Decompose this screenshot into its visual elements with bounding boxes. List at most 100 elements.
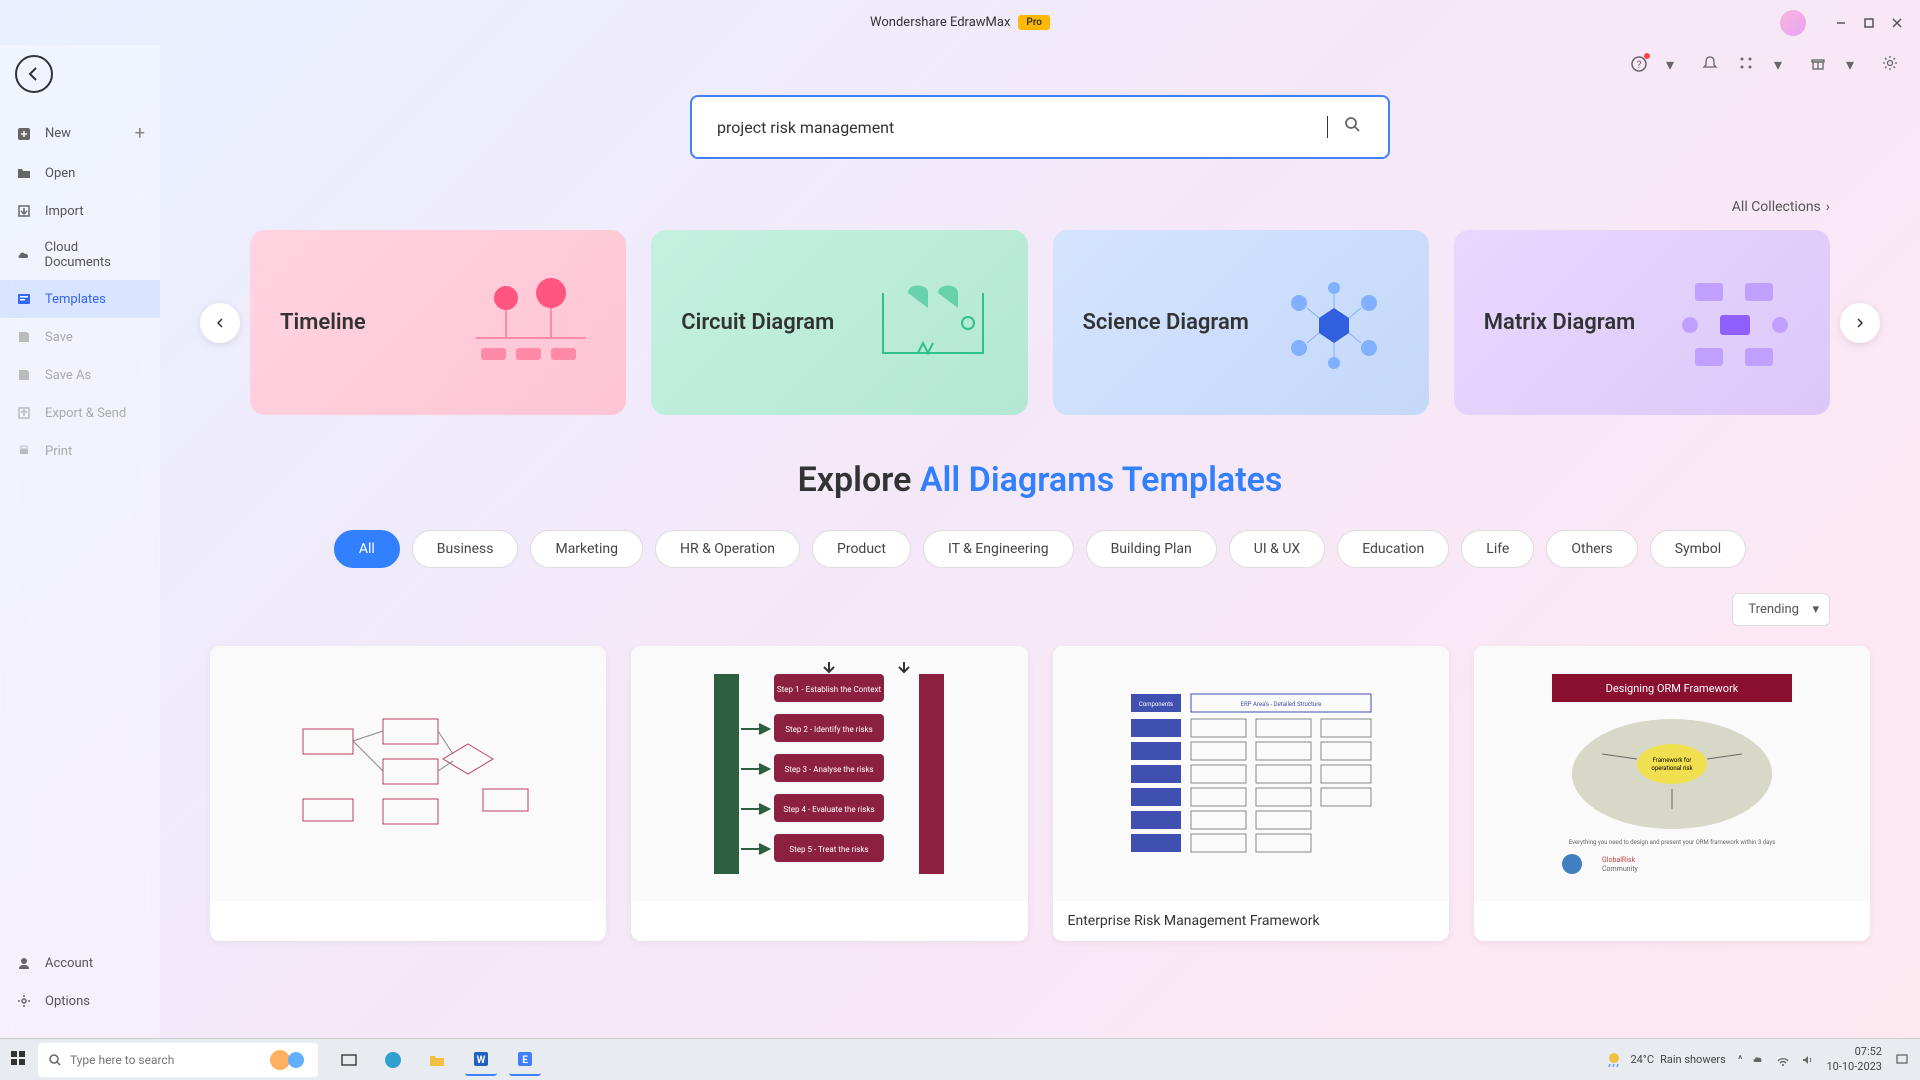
minimize-button[interactable]	[1833, 15, 1849, 31]
bell-icon[interactable]	[1702, 55, 1720, 73]
nav-label: Print	[45, 444, 72, 459]
taskbar-search-input[interactable]	[70, 1053, 260, 1067]
template-card[interactable]: Step 1 - Establish the Context Step 2 - I…	[631, 646, 1027, 941]
nav-import[interactable]: Import	[0, 192, 160, 230]
categories-carousel: Timeline Circuit Diagram Science Diagram…	[200, 230, 1880, 415]
svg-text:Framework for: Framework for	[1652, 757, 1691, 764]
template-card[interactable]	[210, 646, 606, 941]
chip-others[interactable]: Others	[1546, 530, 1637, 568]
gear-icon	[15, 992, 33, 1010]
chevron-down-icon[interactable]: ▾	[1666, 55, 1684, 73]
nav-open[interactable]: Open	[0, 154, 160, 192]
nav-save[interactable]: Save	[0, 318, 160, 356]
close-button[interactable]	[1889, 15, 1905, 31]
wifi-icon[interactable]	[1776, 1053, 1790, 1067]
onedrive-icon[interactable]	[1752, 1053, 1766, 1067]
chip-ui[interactable]: UI & UX	[1229, 530, 1325, 568]
start-button[interactable]	[10, 1050, 30, 1070]
category-timeline[interactable]: Timeline	[250, 230, 626, 415]
weather-widget[interactable]: 24°C Rain showers	[1604, 1050, 1725, 1070]
taskbar: W E 24°C Rain showers ^ 07:52 10-10-2023	[0, 1038, 1920, 1080]
nav-label: Templates	[45, 292, 106, 307]
nav-label: Save As	[45, 368, 91, 383]
nav-save-as[interactable]: Save As	[0, 356, 160, 394]
template-icon	[15, 290, 33, 308]
notifications-icon[interactable]	[1894, 1052, 1910, 1068]
search-input[interactable]	[717, 118, 1327, 137]
grid-icon[interactable]	[1738, 55, 1756, 73]
chip-all[interactable]: All	[334, 530, 400, 568]
weather-icon	[1604, 1050, 1624, 1070]
nav-label: New	[45, 126, 71, 141]
main-content: All Collections › Timeline Circuit Diagr…	[160, 45, 1920, 1080]
svg-text:Step 2 - Identify the risks: Step 2 - Identify the risks	[786, 725, 873, 734]
carousel-prev-button[interactable]	[200, 303, 240, 343]
tray-expand-icon[interactable]: ^	[1738, 1053, 1743, 1066]
chip-building[interactable]: Building Plan	[1086, 530, 1217, 568]
chip-symbol[interactable]: Symbol	[1650, 530, 1746, 568]
user-icon	[15, 954, 33, 972]
nav-print[interactable]: Print	[0, 432, 160, 470]
template-preview	[210, 646, 606, 901]
nav-new[interactable]: New +	[0, 113, 160, 154]
carousel-next-button[interactable]	[1840, 303, 1880, 343]
nav-export[interactable]: Export & Send	[0, 394, 160, 432]
category-circuit[interactable]: Circuit Diagram	[651, 230, 1027, 415]
gift-icon[interactable]	[1810, 55, 1828, 73]
back-button[interactable]	[15, 55, 53, 93]
template-card[interactable]: ComponentsERP Area's - Detailed Structur…	[1053, 646, 1449, 941]
maximize-button[interactable]	[1861, 15, 1877, 31]
help-icon[interactable]: ?	[1630, 55, 1648, 73]
all-collections-link[interactable]: All Collections ›	[200, 199, 1830, 215]
svg-text:operational risk: operational risk	[1651, 765, 1693, 772]
nav-cloud[interactable]: Cloud Documents	[0, 230, 160, 280]
chevron-down-icon-3[interactable]: ▾	[1846, 55, 1864, 73]
svg-text:Components: Components	[1139, 701, 1173, 708]
search-box[interactable]	[690, 95, 1390, 159]
nav-options[interactable]: Options	[0, 982, 160, 1020]
nav-templates[interactable]: Templates	[0, 280, 160, 318]
settings-icon[interactable]	[1882, 55, 1900, 73]
templates-grid: Step 1 - Establish the Context Step 2 - I…	[200, 646, 1880, 941]
category-matrix[interactable]: Matrix Diagram	[1454, 230, 1830, 415]
chip-life[interactable]: Life	[1461, 530, 1534, 568]
filter-chips: All Business Marketing HR & Operation Pr…	[200, 530, 1880, 568]
user-avatar[interactable]	[1780, 10, 1806, 36]
taskbar-search[interactable]	[38, 1043, 318, 1077]
category-science[interactable]: Science Diagram	[1053, 230, 1429, 415]
chip-it[interactable]: IT & Engineering	[923, 530, 1074, 568]
svg-text:W: W	[477, 1055, 486, 1066]
chip-hr[interactable]: HR & Operation	[655, 530, 800, 568]
save-as-icon	[15, 366, 33, 384]
folder-icon	[15, 164, 33, 182]
matrix-graphic	[1670, 273, 1800, 373]
import-icon	[15, 202, 33, 220]
nav-label: Options	[45, 994, 90, 1009]
chevron-down-icon: ▾	[1812, 602, 1819, 617]
explorer-button[interactable]	[421, 1044, 453, 1076]
edrawmax-button[interactable]: E	[509, 1044, 541, 1076]
nav-account[interactable]: Account	[0, 944, 160, 982]
svg-text:Step 1 - Establish the Context: Step 1 - Establish the Context	[777, 685, 882, 694]
plus-icon[interactable]: +	[135, 123, 145, 144]
chip-marketing[interactable]: Marketing	[530, 530, 643, 568]
chip-product[interactable]: Product	[812, 530, 911, 568]
nav-label: Open	[45, 166, 75, 181]
sort-dropdown[interactable]: Trending ▾	[1732, 593, 1830, 626]
svg-text:?: ?	[1637, 60, 1642, 71]
svg-text:Everything you need to design: Everything you need to design and presen…	[1569, 839, 1776, 846]
timeline-graphic	[466, 273, 596, 373]
search-icon[interactable]	[1343, 115, 1363, 139]
template-preview: Step 1 - Establish the Context Step 2 - I…	[631, 646, 1027, 901]
word-button[interactable]: W	[465, 1044, 497, 1076]
clock[interactable]: 07:52 10-10-2023	[1826, 1045, 1882, 1074]
svg-text:Step 3 - Analyse the risks: Step 3 - Analyse the risks	[785, 765, 874, 774]
pro-badge: Pro	[1018, 15, 1050, 30]
edge-button[interactable]	[377, 1044, 409, 1076]
template-card[interactable]: Designing ORM FrameworkFramework foroper…	[1474, 646, 1870, 941]
chip-education[interactable]: Education	[1337, 530, 1449, 568]
task-view-button[interactable]	[333, 1044, 365, 1076]
chip-business[interactable]: Business	[412, 530, 519, 568]
volume-icon[interactable]	[1800, 1053, 1814, 1067]
chevron-down-icon-2[interactable]: ▾	[1774, 55, 1792, 73]
